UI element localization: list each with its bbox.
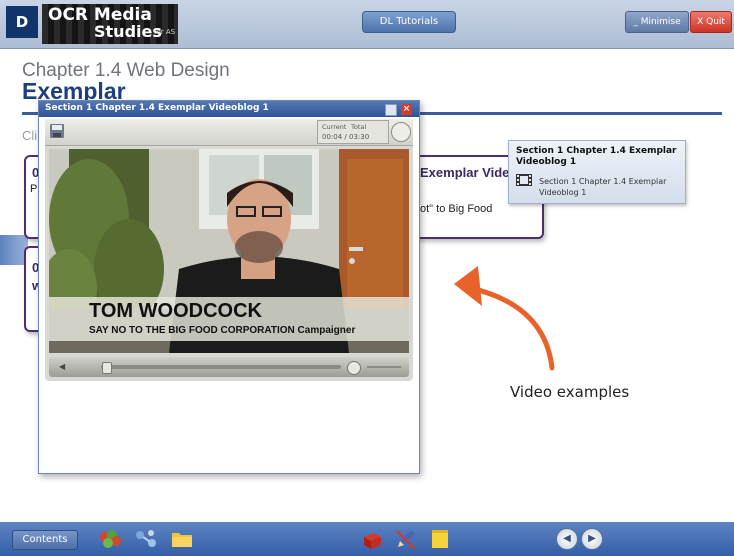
save-icon[interactable] (49, 123, 65, 139)
player-controls: ◀ (49, 357, 409, 377)
rewind-icon[interactable]: ◀ (59, 362, 73, 372)
card-text-right: ot" to Big Food (420, 203, 493, 215)
tooltip-title: Section 1 Chapter 1.4 Exemplar Videoblog… (516, 146, 677, 167)
gift-icon[interactable] (360, 527, 384, 551)
video-caption: TOM WOODCOCK SAY NO TO THE BIG FOOD CORP… (49, 297, 409, 341)
player-menu-button[interactable] (391, 122, 411, 142)
volume-icon[interactable] (347, 361, 361, 375)
caption-name: TOM WOODCOCK (89, 300, 262, 322)
molecule-icon[interactable] (134, 527, 158, 551)
grapes-icon[interactable] (98, 527, 122, 551)
quit-button[interactable]: X Quit (690, 11, 732, 33)
contents-button[interactable]: Contents (12, 530, 78, 550)
video-window-titlebar[interactable]: Section 1 Chapter 1.4 Exemplar Videoblog… (39, 101, 419, 117)
pencil-icon[interactable] (394, 527, 418, 551)
minimise-button[interactable]: _ Minimise (625, 11, 689, 33)
seek-bar[interactable] (101, 365, 341, 369)
time-display: Current Total 00:04 / 03:30 (317, 120, 389, 144)
annotation-arrow (454, 266, 555, 371)
film-icon (516, 174, 532, 186)
seek-handle[interactable] (101, 362, 112, 374)
video-window: Section 1 Chapter 1.4 Exemplar Videoblog… (38, 100, 420, 474)
annotation-label: Video examples (510, 383, 630, 401)
player-toolbar: Current Total 00:04 / 03:30 (45, 119, 413, 146)
next-button[interactable]: ▶ (581, 528, 603, 550)
time-separator: / (344, 133, 347, 141)
window-restore-button[interactable] (385, 104, 397, 116)
video-frame[interactable]: TOM WOODCOCK SAY NO TO THE BIG FOOD CORP… (49, 149, 409, 353)
card-title: Exemplar Vide (420, 165, 510, 180)
resource-tooltip: Section 1 Chapter 1.4 Exemplar Videoblog… (508, 140, 686, 204)
volume-slider[interactable] (367, 366, 401, 368)
caption-subtitle: SAY NO TO THE BIG FOOD CORPORATION Campa… (89, 325, 356, 336)
ocr-media-studies-logo: OCR Media Studies for AS (42, 4, 178, 44)
video-window-title: Section 1 Chapter 1.4 Exemplar Videoblog… (45, 103, 269, 113)
top-bar: D OCR Media Studies for AS DL Tutorials … (0, 0, 734, 49)
note-icon[interactable] (428, 527, 452, 551)
app-window: D OCR Media Studies for AS DL Tutorials … (0, 0, 734, 556)
dl-logo: D (6, 6, 38, 38)
video-player: Current Total 00:04 / 03:30 TOM WOODCOCK… (45, 119, 413, 381)
bottom-taskbar: Contents ◀ ▶ (0, 522, 734, 556)
window-close-button[interactable]: × (401, 104, 412, 115)
current-time: 00:04 (322, 133, 343, 141)
previous-button[interactable]: ◀ (556, 528, 578, 550)
total-time-label: Total (351, 123, 367, 131)
tooltip-item-label: Section 1 Chapter 1.4 Exemplar Videoblog… (539, 177, 667, 197)
dl-tutorials-button[interactable]: DL Tutorials (362, 11, 456, 33)
total-time: 03:30 (349, 133, 370, 141)
partial-instruction-text: Cli (22, 128, 38, 143)
logo-line2: Studies (94, 22, 162, 41)
current-time-label: Current (322, 123, 347, 131)
logo-line3: for AS (154, 28, 176, 36)
folder-icon[interactable] (170, 527, 194, 551)
